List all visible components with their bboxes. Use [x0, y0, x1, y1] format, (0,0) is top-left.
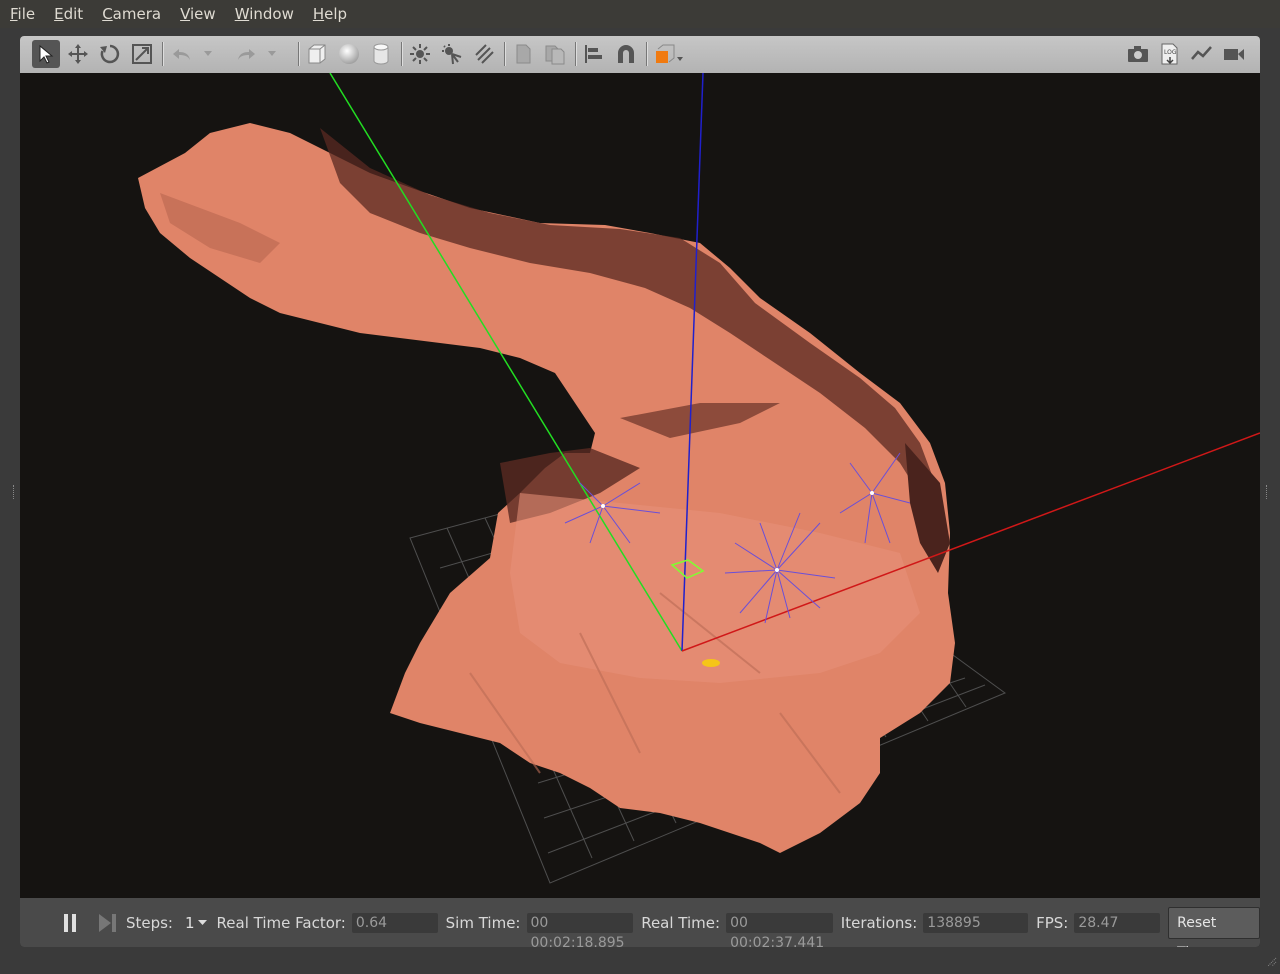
log-icon[interactable]: LOG	[1156, 40, 1184, 68]
spot-light-icon[interactable]	[438, 40, 466, 68]
copy-icon[interactable]	[509, 40, 537, 68]
bottom-status-bar: Steps: 1 Real Time Factor: 0.64 Sim Time…	[20, 898, 1260, 947]
menu-edit[interactable]: Edit	[44, 0, 92, 28]
iterations-field: 138895	[923, 912, 1029, 933]
steps-dropdown-icon[interactable]	[197, 919, 207, 926]
plot-icon[interactable]	[1188, 40, 1216, 68]
real-time-field: 00 00:02:37.441	[726, 912, 833, 947]
render-frame: LOG Steps: 1 Real Time Factor: 0.64 Sim …	[20, 36, 1260, 947]
light-point	[775, 568, 779, 572]
paste-icon[interactable]	[541, 40, 569, 68]
fps-field: 28.47	[1074, 912, 1161, 933]
toolbar: LOG	[20, 36, 1260, 74]
sphere-shape-icon[interactable]	[335, 40, 363, 68]
undo-dropdown-icon[interactable]	[200, 40, 216, 68]
real-time-factor-label: Real Time Factor:	[216, 913, 346, 932]
toolbar-separator	[162, 42, 164, 66]
iterations-label: Iterations:	[840, 913, 918, 932]
fps-label: FPS:	[1036, 913, 1069, 932]
toolbar-separator	[504, 42, 506, 66]
menu-file[interactable]: File	[0, 0, 44, 28]
redo-dropdown-icon[interactable]	[264, 40, 280, 68]
toolbar-separator	[401, 42, 403, 66]
snap-magnet-icon[interactable]	[612, 40, 640, 68]
cylinder-shape-icon[interactable]	[367, 40, 395, 68]
point-light-icon[interactable]	[406, 40, 434, 68]
steps-label: Steps:	[125, 913, 173, 932]
steps-value[interactable]: 1	[185, 914, 195, 932]
resize-grip-icon[interactable]	[1267, 955, 1277, 971]
menu-file-rest: ile	[17, 5, 36, 23]
real-time-factor-field: 0.64	[351, 912, 438, 933]
translate-icon[interactable]	[64, 40, 92, 68]
menu-window[interactable]: Window	[225, 0, 303, 28]
left-splitter-handle[interactable]	[13, 485, 16, 499]
reset-time-button[interactable]: Reset Time	[1168, 906, 1260, 947]
3d-viewport[interactable]	[20, 72, 1260, 898]
undo-icon[interactable]	[168, 40, 196, 68]
scale-icon[interactable]	[128, 40, 156, 68]
directional-light-icon[interactable]	[470, 40, 498, 68]
align-icon[interactable]	[580, 40, 608, 68]
scene-render	[138, 72, 1260, 884]
svg-text:LOG: LOG	[1164, 49, 1177, 56]
toolbar-separator	[646, 42, 648, 66]
select-arrow-icon[interactable]	[32, 40, 60, 68]
video-record-icon[interactable]	[1220, 40, 1248, 68]
menu-bar: File Edit Camera View Window Help	[0, 0, 1280, 28]
menu-camera[interactable]: Camera	[92, 0, 170, 28]
right-splitter-handle[interactable]	[1266, 485, 1269, 499]
pause-icon[interactable]	[62, 912, 81, 934]
light-point	[870, 491, 874, 495]
view-angle-icon[interactable]	[650, 40, 686, 68]
model-marker	[702, 659, 720, 667]
step-forward-icon[interactable]	[98, 912, 118, 934]
screenshot-camera-icon[interactable]	[1124, 40, 1152, 68]
redo-icon[interactable]	[232, 40, 260, 68]
toolbar-separator	[298, 42, 300, 66]
rotate-icon[interactable]	[96, 40, 124, 68]
box-shape-icon[interactable]	[303, 40, 331, 68]
sim-time-field: 00 00:02:18.895	[526, 912, 634, 947]
terrain-mesh	[138, 123, 955, 853]
light-point	[601, 504, 605, 508]
toolbar-separator	[575, 42, 577, 66]
real-time-label: Real Time:	[641, 913, 721, 932]
menu-view[interactable]: View	[170, 0, 225, 28]
menu-help[interactable]: Help	[303, 0, 356, 28]
sim-time-label: Sim Time:	[445, 913, 521, 932]
